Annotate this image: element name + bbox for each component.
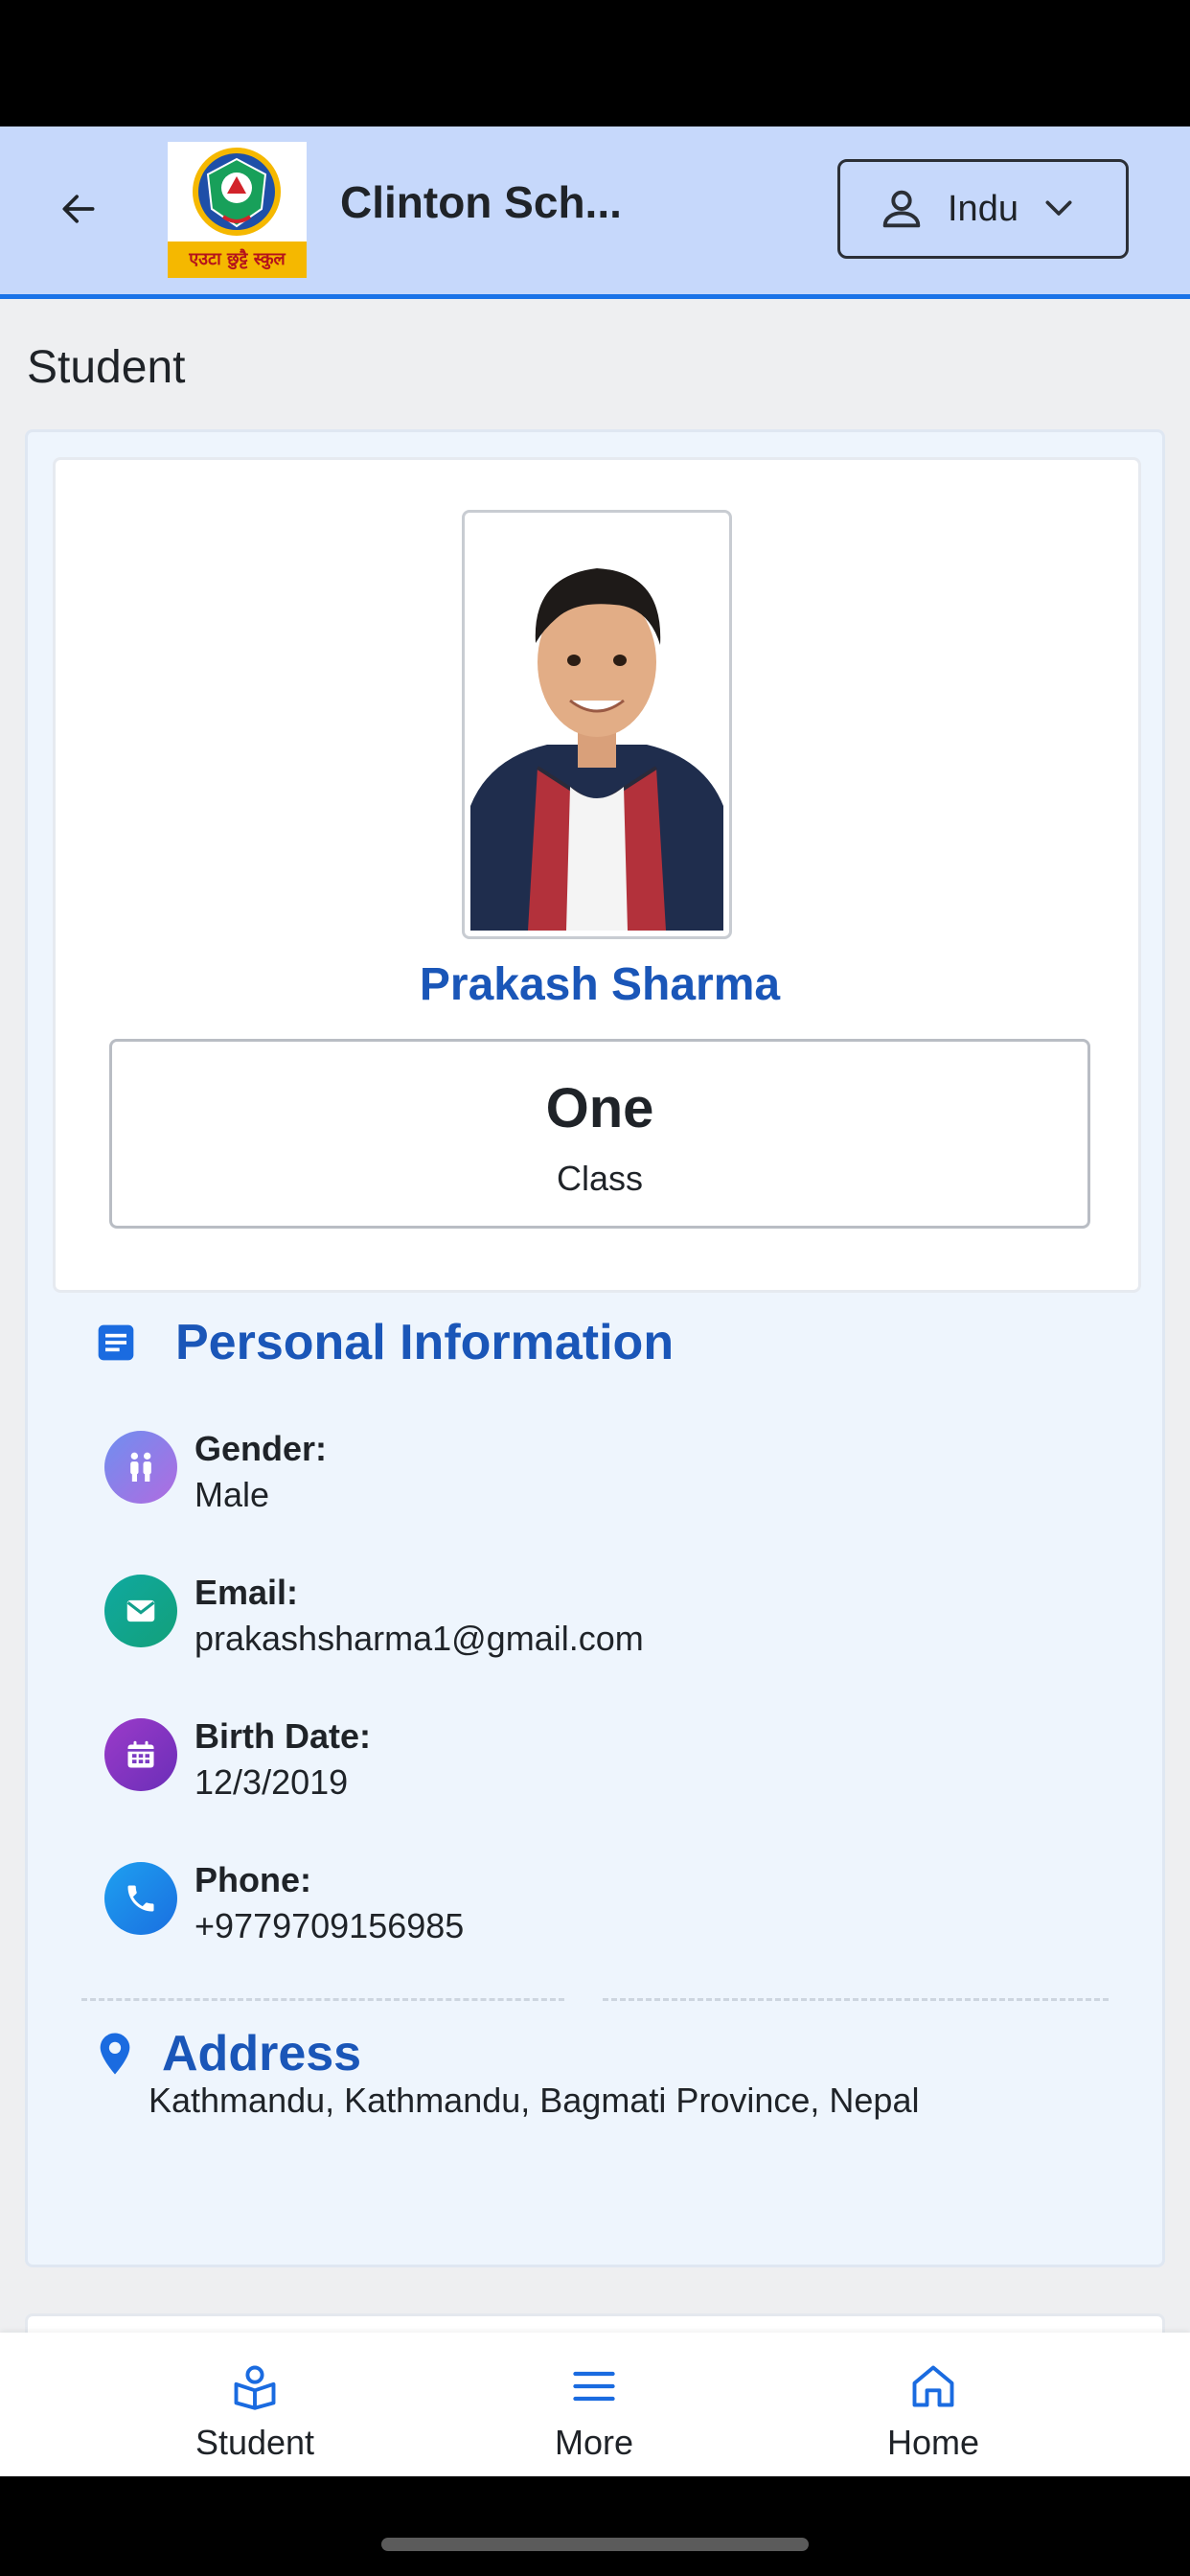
info-row-email: Email: prakashsharma1@gmail.com xyxy=(104,1573,1063,1668)
menu-icon xyxy=(563,2356,625,2417)
arrow-left-icon xyxy=(62,195,95,223)
phone-label: Phone: xyxy=(195,1860,311,1899)
student-name: Prakash Sharma xyxy=(419,959,781,1010)
nav-item-more[interactable]: More xyxy=(450,2333,738,2476)
personal-info-header: Personal Information xyxy=(95,1314,674,1371)
system-nav-bar xyxy=(0,2476,1190,2576)
class-value: One xyxy=(545,1077,654,1139)
nav-item-student[interactable]: Student xyxy=(111,2333,399,2476)
student-icon xyxy=(224,2356,286,2417)
logo-tagline: एउटा छुट्टै स्कुल xyxy=(168,242,307,278)
chevron-down-icon xyxy=(1045,200,1072,216)
gender-value: Male xyxy=(195,1475,270,1514)
class-box: One Class xyxy=(109,1039,1090,1229)
phone-value[interactable]: +9779709156985 xyxy=(195,1906,464,1946)
user-dropdown[interactable]: Indu xyxy=(837,159,1129,259)
school-logo: एउटा छुट्टै स्कुल xyxy=(168,142,307,278)
address-header: Address xyxy=(97,2025,361,2082)
student-photo xyxy=(462,510,732,939)
info-row-birth-date: Birth Date: 12/3/2019 xyxy=(104,1716,1063,1812)
nav-label-home: Home xyxy=(886,2423,980,2462)
gender-icon xyxy=(104,1431,177,1504)
calendar-icon xyxy=(104,1718,177,1791)
phone-icon xyxy=(104,1862,177,1935)
app-bar: एउटा छुट्टै स्कुल Clinton Sch... Indu xyxy=(0,126,1190,299)
back-button[interactable] xyxy=(44,174,113,243)
user-name: Indu xyxy=(948,188,1018,229)
address-value: Kathmandu, Kathmandu, Bagmati Province, … xyxy=(149,2081,920,2120)
nav-label-student: Student xyxy=(195,2423,315,2462)
email-value[interactable]: prakashsharma1@gmail.com xyxy=(195,1619,644,1659)
school-name: Clinton Sch... xyxy=(340,177,622,227)
bottom-nav: Student More Home xyxy=(0,2333,1190,2476)
profile-card: Prakash Sharma One Class xyxy=(53,457,1141,1293)
person-icon xyxy=(882,190,921,228)
nav-label-more: More xyxy=(554,2423,634,2462)
nav-item-home[interactable]: Home xyxy=(790,2333,1077,2476)
student-card: Prakash Sharma One Class Personal Inform… xyxy=(25,429,1165,2267)
email-label: Email: xyxy=(195,1573,299,1612)
address-title: Address xyxy=(162,2026,362,2082)
document-icon xyxy=(98,1324,134,1361)
personal-info-title: Personal Information xyxy=(175,1315,675,1370)
status-bar xyxy=(0,0,1190,126)
info-row-gender: Gender: Male xyxy=(104,1429,1063,1525)
home-indicator[interactable] xyxy=(381,2538,809,2551)
gender-label: Gender: xyxy=(195,1429,328,1468)
mail-icon xyxy=(104,1575,177,1647)
birth-date-label: Birth Date: xyxy=(195,1716,372,1756)
divider-left xyxy=(81,1998,564,2001)
birth-date-value: 12/3/2019 xyxy=(195,1762,349,1802)
page-title: Student xyxy=(27,342,186,393)
class-label: Class xyxy=(556,1159,644,1198)
info-row-phone: Phone: +9779709156985 xyxy=(104,1860,1063,1956)
divider-right xyxy=(603,1998,1109,2001)
home-icon xyxy=(903,2356,964,2417)
location-pin-icon xyxy=(100,2033,130,2075)
